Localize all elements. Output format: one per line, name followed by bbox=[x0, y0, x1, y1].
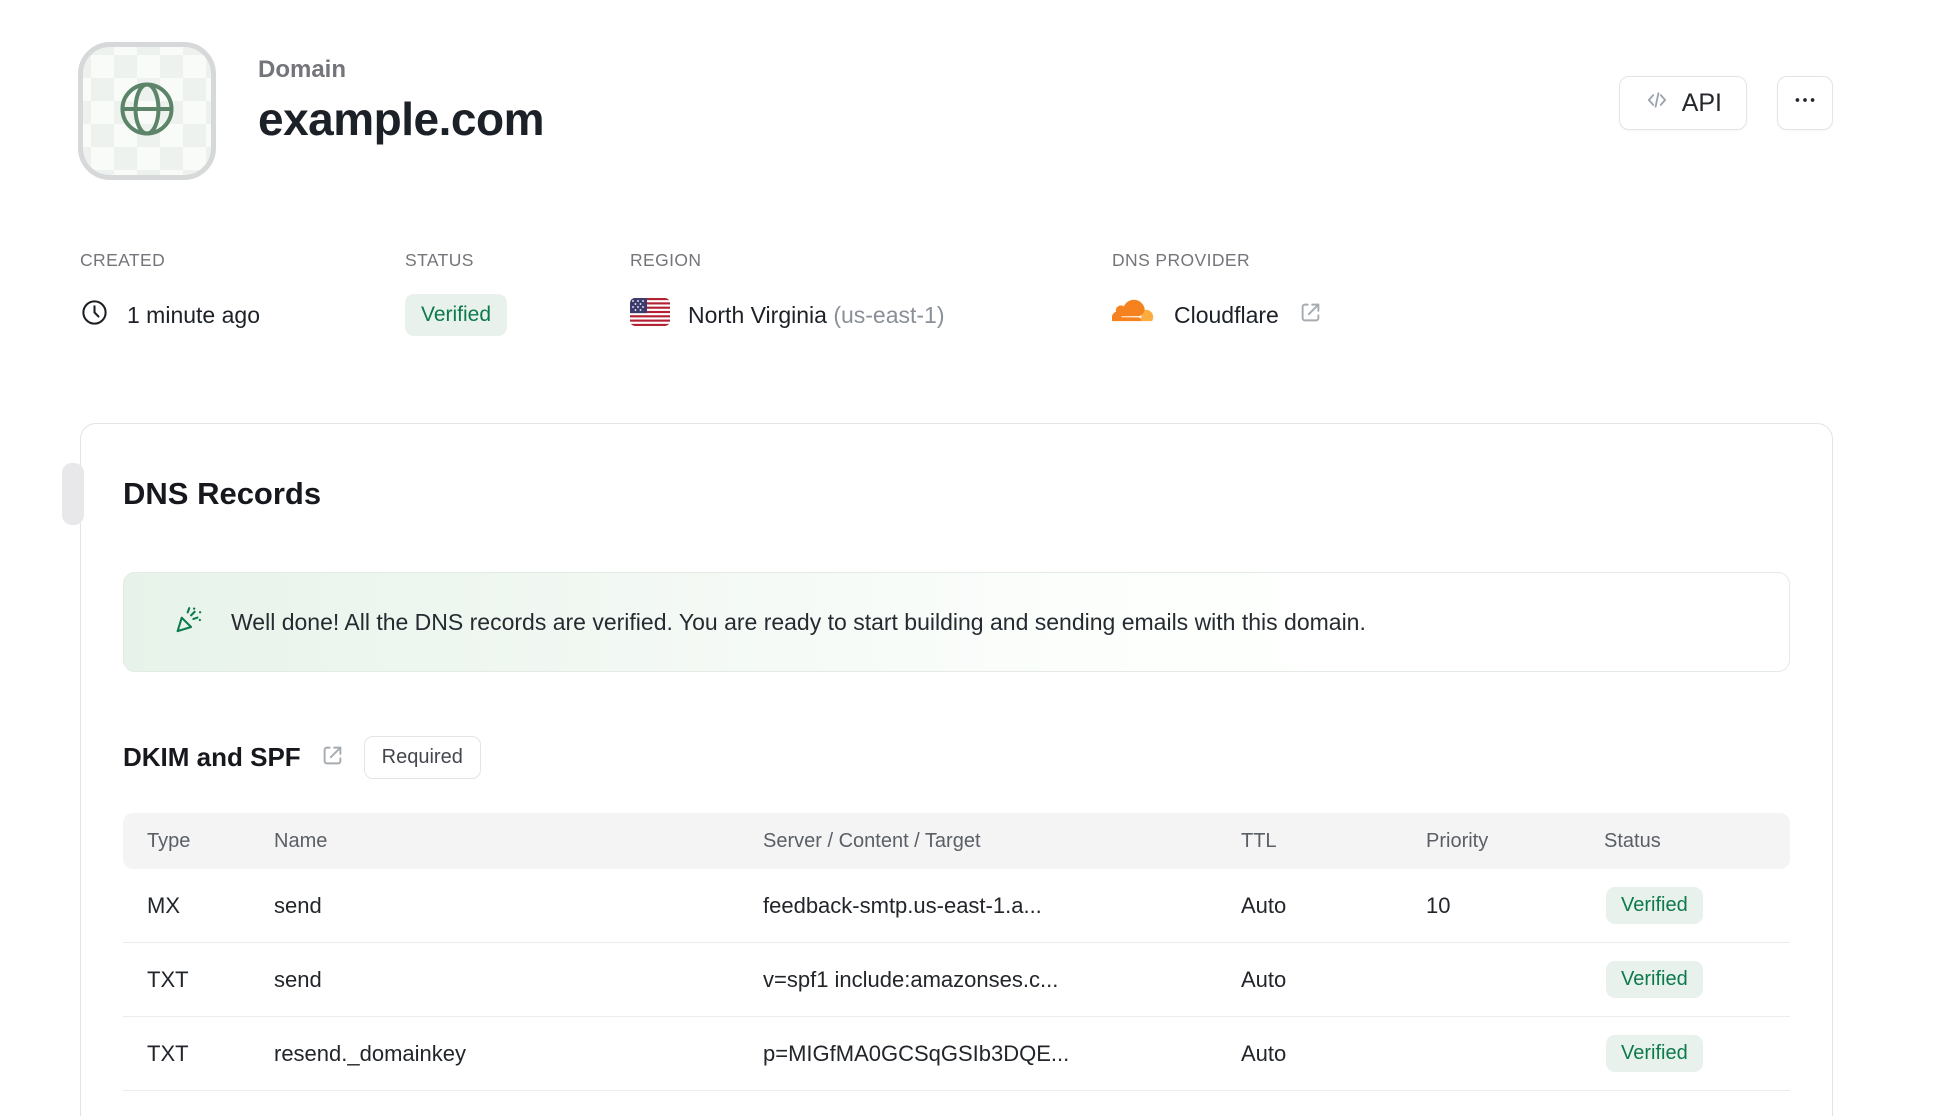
domain-avatar bbox=[78, 42, 216, 180]
globe-icon bbox=[115, 77, 179, 146]
created-value: 1 minute ago bbox=[127, 301, 260, 328]
code-icon bbox=[1644, 87, 1670, 120]
region-name: North Virginia bbox=[688, 301, 827, 328]
dns-records-table: Type Name Server / Content / Target TTL … bbox=[123, 813, 1790, 1091]
card-accent-bar bbox=[62, 463, 84, 525]
record-content: p=MIGfMA0GCSqGSIb3DQE... bbox=[763, 1040, 1070, 1066]
api-button[interactable]: API bbox=[1618, 76, 1747, 130]
dns-provider-label: DNS PROVIDER bbox=[1112, 250, 1251, 270]
status-label: STATUS bbox=[405, 250, 474, 270]
page-title: example.com bbox=[258, 93, 544, 145]
domain-page: Domain example.com API CREATED 1 minute … bbox=[0, 0, 1944, 1116]
record-name: send bbox=[274, 966, 322, 992]
external-link-icon[interactable] bbox=[319, 742, 346, 774]
success-banner: Well done! All the DNS records are verif… bbox=[123, 572, 1790, 672]
region-code: (us-east-1) bbox=[833, 301, 945, 328]
page-eyebrow: Domain bbox=[258, 56, 347, 83]
api-button-label: API bbox=[1681, 88, 1722, 117]
col-status: Status bbox=[1604, 829, 1661, 852]
table-row[interactable]: MX send feedback-smtp.us-east-1.a... Aut… bbox=[123, 869, 1790, 943]
table-row[interactable]: TXT resend._domainkey p=MIGfMA0GCSqGSIb3… bbox=[123, 1017, 1790, 1091]
meta-dns-provider: DNS PROVIDER Cloudflare bbox=[1111, 250, 1324, 335]
col-ttl: TTL bbox=[1241, 829, 1277, 852]
meta-created: CREATED 1 minute ago bbox=[80, 250, 405, 335]
record-ttl: Auto bbox=[1241, 892, 1287, 918]
cloudflare-icon bbox=[1111, 297, 1156, 333]
table-header-row: Type Name Server / Content / Target TTL … bbox=[123, 813, 1790, 869]
more-options-button[interactable] bbox=[1777, 76, 1833, 130]
created-label: CREATED bbox=[80, 250, 166, 270]
record-type: MX bbox=[147, 892, 180, 918]
record-type: TXT bbox=[147, 1040, 189, 1066]
region-label: REGION bbox=[630, 250, 702, 270]
record-name: resend._domainkey bbox=[274, 1040, 467, 1066]
us-flag-icon bbox=[630, 298, 670, 332]
col-type: Type bbox=[147, 829, 191, 852]
success-banner-text: Well done! All the DNS records are verif… bbox=[231, 608, 1366, 635]
ellipsis-icon bbox=[1792, 87, 1818, 120]
dns-records-card: DNS Records Well done! All the DNS recor… bbox=[62, 423, 1833, 1116]
col-name: Name bbox=[274, 829, 328, 852]
record-content: v=spf1 include:amazonses.c... bbox=[763, 966, 1059, 992]
dkim-spf-section: DKIM and SPF Required bbox=[123, 736, 1790, 779]
record-content: feedback-smtp.us-east-1.a... bbox=[763, 892, 1042, 918]
meta-status: STATUS Verified bbox=[405, 250, 630, 336]
status-badge: Verified bbox=[405, 294, 508, 336]
required-badge: Required bbox=[363, 736, 481, 779]
record-type: TXT bbox=[147, 966, 189, 992]
meta-region: REGION North Virginia (us-east-1) bbox=[630, 250, 1112, 335]
clock-icon bbox=[80, 298, 109, 333]
col-content: Server / Content / Target bbox=[763, 829, 981, 852]
table-row[interactable]: TXT send v=spf1 include:amazonses.c... A… bbox=[123, 943, 1790, 1017]
record-status-badge: Verified bbox=[1606, 1035, 1703, 1072]
record-priority: 10 bbox=[1426, 892, 1451, 918]
dkim-spf-title: DKIM and SPF bbox=[123, 742, 301, 772]
record-status-badge: Verified bbox=[1606, 887, 1703, 924]
record-status-badge: Verified bbox=[1606, 961, 1703, 998]
header-actions: API bbox=[1618, 76, 1833, 130]
col-priority: Priority bbox=[1426, 829, 1489, 852]
title-block: Domain example.com bbox=[258, 56, 544, 146]
domain-meta: CREATED 1 minute ago STATUS Verified REG… bbox=[80, 250, 1324, 336]
record-ttl: Auto bbox=[1241, 1040, 1287, 1066]
record-ttl: Auto bbox=[1241, 966, 1287, 992]
party-popper-icon bbox=[174, 604, 205, 641]
dns-records-title: DNS Records bbox=[123, 476, 322, 511]
dns-provider-value: Cloudflare bbox=[1174, 301, 1279, 328]
external-link-icon[interactable] bbox=[1297, 299, 1324, 332]
record-name: send bbox=[274, 892, 322, 918]
